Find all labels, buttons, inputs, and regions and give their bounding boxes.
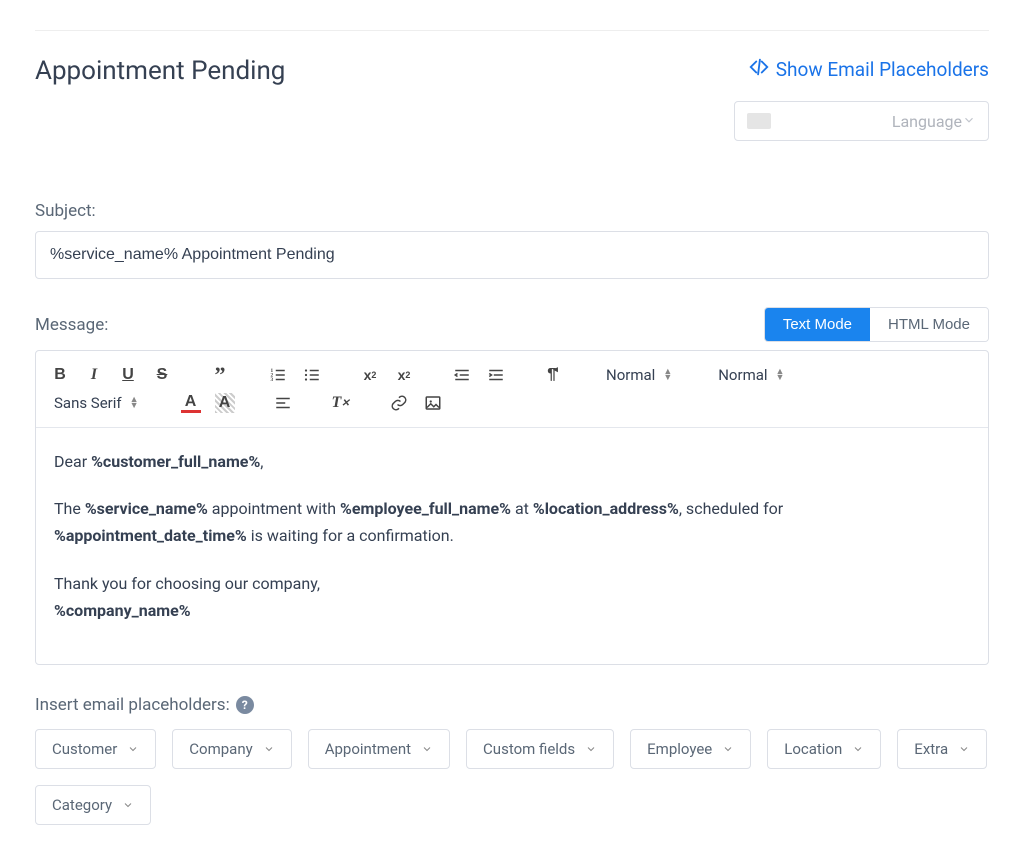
superscript-button[interactable]: x2 [394, 365, 414, 385]
chevron-down-icon [263, 743, 275, 755]
chevron-down-icon [852, 743, 864, 755]
show-email-placeholders-button[interactable]: Show Email Placeholders [748, 56, 989, 83]
text-mode-button[interactable]: Text Mode [765, 308, 870, 341]
placeholders-label-row: Insert email placeholders: ? [35, 695, 989, 715]
blockquote-button[interactable]: ” [210, 365, 230, 385]
editor-toolbar: B I U S ” 123 x2 x2 [36, 351, 988, 428]
unordered-list-button[interactable] [302, 365, 322, 385]
language-placeholder: Language [781, 112, 962, 131]
subscript-button[interactable]: x2 [360, 365, 380, 385]
editor-body[interactable]: Dear %customer_full_name%, The %service_… [36, 428, 988, 664]
subject-input[interactable] [35, 231, 989, 279]
select-arrows-icon: ▲▼ [130, 397, 139, 409]
chevron-down-icon [127, 743, 139, 755]
underline-button[interactable]: U [118, 365, 138, 385]
bold-button[interactable]: B [50, 365, 70, 385]
outdent-button[interactable] [452, 365, 472, 385]
heading-select[interactable]: Normal ▲▼ [602, 366, 676, 384]
message-header: Message: Text Mode HTML Mode [35, 307, 989, 342]
chevron-down-icon [958, 743, 970, 755]
placeholders-label: Insert email placeholders: [35, 695, 230, 715]
editor-mode-toggle: Text Mode HTML Mode [764, 307, 989, 342]
select-arrows-icon: ▲▼ [663, 369, 672, 381]
chevron-down-icon [962, 112, 976, 131]
image-button[interactable] [423, 393, 443, 413]
header-right: Show Email Placeholders Language [734, 56, 989, 141]
size-select[interactable]: Normal ▲▼ [714, 366, 788, 384]
flag-icon [747, 113, 771, 129]
chip-category[interactable]: Category [35, 785, 151, 825]
text-color-button[interactable]: A [181, 393, 201, 413]
chip-custom-fields[interactable]: Custom fields [466, 729, 614, 769]
chip-employee[interactable]: Employee [630, 729, 751, 769]
chip-location[interactable]: Location [767, 729, 881, 769]
page-title: Appointment Pending [35, 56, 285, 86]
clear-format-button[interactable]: T✕ [331, 393, 351, 413]
code-icon [748, 56, 770, 83]
chip-company[interactable]: Company [172, 729, 291, 769]
indent-button[interactable] [486, 365, 506, 385]
html-mode-button[interactable]: HTML Mode [870, 308, 988, 341]
subject-label: Subject: [35, 201, 989, 221]
show-placeholders-label: Show Email Placeholders [776, 58, 989, 81]
help-icon[interactable]: ? [236, 696, 254, 714]
font-select[interactable]: Sans Serif ▲▼ [50, 394, 143, 412]
link-button[interactable] [389, 393, 409, 413]
strike-button[interactable]: S [152, 365, 172, 385]
chevron-down-icon [421, 743, 433, 755]
rich-text-editor: B I U S ” 123 x2 x2 [35, 350, 989, 665]
svg-text:3: 3 [271, 377, 274, 383]
header-row: Appointment Pending Show Email Placehold… [35, 30, 989, 141]
select-arrows-icon: ▲▼ [776, 369, 785, 381]
chip-appointment[interactable]: Appointment [308, 729, 450, 769]
chip-extra[interactable]: Extra [897, 729, 987, 769]
ordered-list-button[interactable]: 123 [268, 365, 288, 385]
text-highlight-button[interactable]: A [215, 393, 235, 413]
chevron-down-icon [722, 743, 734, 755]
chip-customer[interactable]: Customer [35, 729, 156, 769]
direction-button[interactable]: ¶◂ [544, 365, 564, 385]
italic-button[interactable]: I [84, 365, 104, 385]
message-label: Message: [35, 315, 108, 335]
placeholder-chips: Customer Company Appointment Custom fiel… [35, 729, 989, 825]
language-select[interactable]: Language [734, 101, 989, 141]
chevron-down-icon [585, 743, 597, 755]
chevron-down-icon [122, 799, 134, 811]
align-button[interactable] [273, 393, 293, 413]
